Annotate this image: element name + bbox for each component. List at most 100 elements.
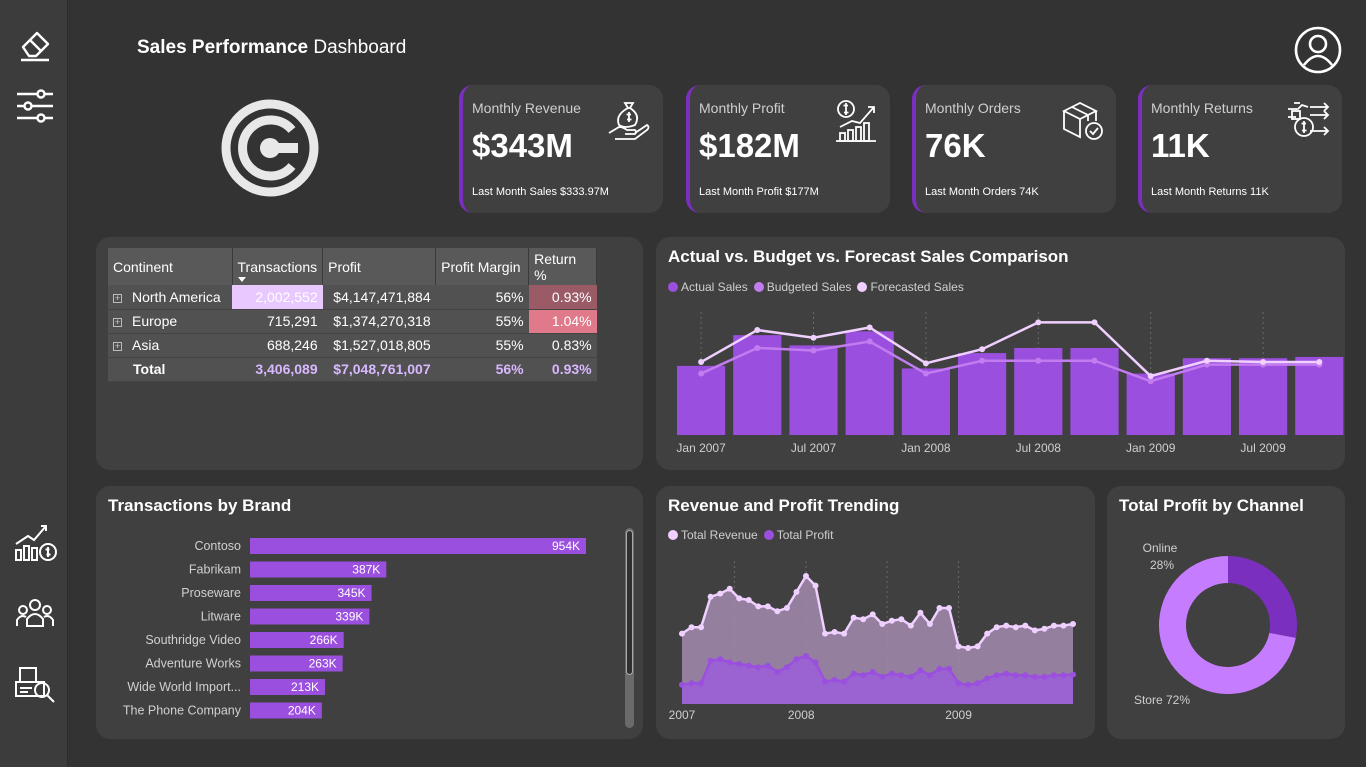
cell-transactions: 3,406,089 (232, 357, 323, 382)
revenue-point (965, 645, 972, 651)
revenue-point (755, 603, 762, 610)
profit-point (812, 659, 819, 666)
brand-label: Contoso (194, 539, 241, 553)
slice-label: 28% (1150, 558, 1174, 572)
budget-point (1147, 378, 1154, 385)
revenue-point (955, 643, 962, 650)
revenue-point (917, 609, 924, 616)
revenue-point (1022, 622, 1029, 629)
revenue-point (726, 585, 733, 592)
forecast-point (866, 324, 873, 331)
cell-continent: + North America (108, 285, 232, 310)
profit-point (736, 661, 743, 667)
profit-point (1070, 671, 1076, 678)
brand-chart-panel: Transactions by Brand Contoso 954K Fabrika… (96, 486, 643, 739)
budget-point (1035, 357, 1042, 364)
actual-sales-bar (901, 368, 950, 435)
budget-chart: Jan 2007 Jul 2007 Jan 2008 Jul 2008 Jan 2009… (676, 312, 1344, 455)
revenue-point (888, 617, 895, 624)
expand-icon[interactable]: + (113, 317, 122, 327)
table-row[interactable]: + North America 2,002,552 $4,147,471,884 … (108, 285, 597, 310)
continent-label: Europe (132, 313, 178, 329)
continent-matrix: Continent Transactions Profit Profit Mar… (108, 248, 598, 382)
scrollbar-thumb[interactable] (626, 530, 633, 675)
brand-bar (250, 538, 586, 554)
budget-point (922, 370, 929, 377)
col-header-return-pct[interactable]: Return % (528, 248, 598, 285)
forecast-point (979, 346, 986, 353)
profit-point (1060, 672, 1067, 679)
sort-desc-icon (237, 277, 246, 282)
expand-icon[interactable]: + (113, 341, 122, 351)
kpi-label: Monthly Profit (699, 100, 785, 116)
money-bag-hand-icon (605, 97, 653, 145)
brand-label: Litware (201, 610, 241, 624)
revenue-point (879, 621, 886, 627)
budget-point (698, 370, 705, 377)
kpi-label: Monthly Orders (925, 100, 1021, 116)
profit-point (869, 669, 876, 675)
brand-value-label: 345K (337, 586, 365, 600)
col-header-continent[interactable]: Continent (108, 248, 233, 285)
col-label: Continent (113, 258, 173, 275)
profit-point (974, 680, 981, 687)
col-header-profit[interactable]: Profit (322, 248, 437, 285)
x-tick-label: Jan 2007 (676, 441, 726, 455)
brand-label: Adventure Works (145, 657, 241, 671)
cell-return: 0.83% (528, 333, 597, 358)
brand-label: Proseware (181, 586, 241, 600)
forecast-point (810, 334, 817, 341)
kpi-label: Monthly Returns (1151, 100, 1253, 116)
revenue-point (1003, 622, 1010, 629)
revenue-point (812, 582, 819, 589)
revenue-point (822, 630, 829, 637)
x-tick-label: Jul 2008 (1016, 441, 1062, 455)
forecast-point (1091, 319, 1098, 326)
profit-point (860, 672, 867, 679)
brand-label: The Phone Company (123, 704, 242, 718)
brand-value-label: 213K (291, 680, 319, 694)
table-row[interactable]: + Asia 688,246 $1,527,018,805 55% 0.83% (108, 333, 597, 358)
total-row: Total 3,406,089 $7,048,761,007 56% 0.93% (108, 357, 597, 382)
profit-growth-icon (832, 97, 880, 145)
expand-icon[interactable]: + (113, 293, 122, 303)
cell-transactions: 715,291 (232, 309, 323, 334)
brand-value-label: 263K (309, 657, 337, 671)
inspection-icon[interactable] (12, 660, 58, 706)
table-row[interactable]: + Europe 715,291 $1,374,270,318 55% 1.04% (108, 309, 597, 334)
cell-profit: $1,527,018,805 (322, 333, 436, 358)
kpi-value: 11K (1151, 127, 1210, 164)
cell-profit: $4,147,471,884 (322, 285, 436, 310)
page-title-rest: Dashboard (313, 37, 407, 58)
profit-point (783, 664, 790, 671)
revenue-point (1041, 625, 1048, 632)
profit-point (717, 656, 724, 663)
actual-sales-bar (1239, 358, 1288, 435)
revenue-point (841, 630, 848, 637)
revenue-point (679, 630, 685, 637)
budget-chart-panel: Actual vs. Budget vs. Forecast Sales Com… (656, 237, 1345, 470)
growth-chart-icon[interactable] (12, 518, 58, 564)
profit-point (946, 665, 953, 672)
col-header-transactions[interactable]: Transactions (232, 248, 324, 285)
revenue-point (936, 605, 943, 611)
sliders-icon[interactable] (12, 83, 58, 129)
profit-point (745, 662, 752, 669)
profit-point (802, 653, 809, 659)
cell-profit: $7,048,761,007 (322, 357, 436, 382)
cell-continent: + Europe (108, 309, 232, 334)
budget-point (754, 344, 761, 351)
col-header-profit-margin[interactable]: Profit Margin (435, 248, 530, 285)
team-icon[interactable] (12, 590, 58, 636)
revenue-point (946, 605, 953, 611)
eraser-icon[interactable] (12, 20, 58, 66)
forecast-point (1203, 357, 1210, 364)
profit-point (993, 672, 1000, 679)
user-profile-icon[interactable] (1293, 25, 1343, 75)
continent-label: Asia (132, 337, 160, 353)
cell-margin: 56% (435, 357, 529, 382)
forecast-point (1316, 359, 1323, 366)
sidebar (0, 0, 68, 767)
revenue-point (831, 629, 838, 635)
x-tick-label: Jul 2007 (791, 441, 837, 455)
